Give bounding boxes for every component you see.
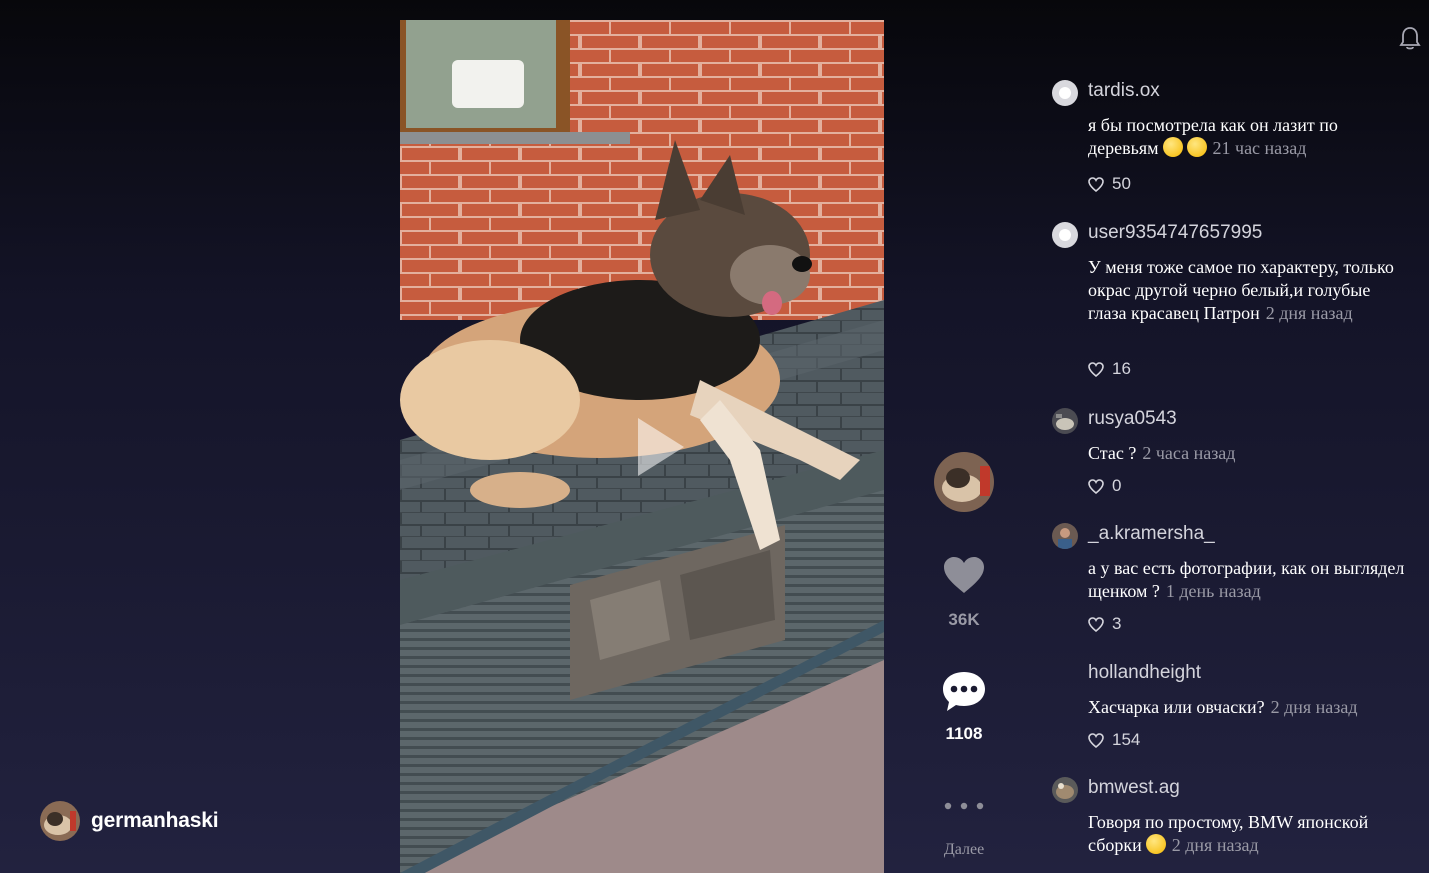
- heart-outline-icon: [1088, 616, 1104, 632]
- heart-outline-icon: [1088, 361, 1104, 377]
- comment-username[interactable]: tardis.ox: [1088, 80, 1160, 102]
- comment-text: я бы посмотрела как он лазит по деревьям…: [1088, 115, 1338, 158]
- comment-time: 21 час назад: [1212, 138, 1307, 158]
- video-player[interactable]: [400, 20, 884, 873]
- comment-like-count: 3: [1112, 614, 1122, 633]
- author-avatar[interactable]: [40, 801, 80, 841]
- comment-like-count: 50: [1112, 174, 1131, 193]
- play-icon[interactable]: [638, 418, 684, 476]
- comment-text: У меня тоже самое по характеру, только о…: [1088, 257, 1394, 323]
- more-label[interactable]: Далее: [932, 841, 996, 859]
- creator-avatar: [934, 452, 994, 512]
- more-dots-icon[interactable]: [942, 800, 986, 812]
- comments-panel: tardis.ox я бы посмотрела как он лазит п…: [1052, 0, 1412, 873]
- comment-avatar[interactable]: [1052, 408, 1078, 434]
- comment-like-button[interactable]: 0: [1088, 476, 1121, 496]
- comment-time: 2 дня назад: [1270, 697, 1358, 717]
- flushed-face-emoji: [1162, 137, 1183, 157]
- creator-avatar-button[interactable]: [932, 452, 996, 512]
- comment-like-button[interactable]: 3: [1088, 614, 1121, 634]
- comment-text: Хасчарка или овчаски? 2 дня назад: [1088, 697, 1358, 717]
- comment-username[interactable]: bmwest.ag: [1088, 777, 1180, 799]
- heart-icon[interactable]: [942, 555, 986, 595]
- comment-time: 1 день назад: [1165, 581, 1261, 601]
- heart-outline-icon: [1088, 176, 1104, 192]
- grinning-face-emoji: [1186, 137, 1207, 157]
- comment-like-count: 16: [1112, 359, 1131, 378]
- comment-username[interactable]: _a.kramersha_: [1088, 523, 1215, 545]
- comment-username[interactable]: user9354747657995: [1088, 222, 1262, 244]
- comment-avatar[interactable]: [1052, 523, 1078, 549]
- comment-time: 2 дня назад: [1265, 303, 1353, 323]
- comment-text: Стас ? 2 часа назад: [1088, 443, 1236, 463]
- heart-outline-icon: [1088, 732, 1104, 748]
- comment-username[interactable]: hollandheight: [1088, 662, 1201, 684]
- comment-avatar[interactable]: [1052, 80, 1078, 106]
- author-username[interactable]: germanhaski: [91, 809, 219, 833]
- squinting-face-emoji: [1145, 834, 1166, 854]
- comment-count: 1108: [945, 724, 983, 743]
- comment-bubble-icon[interactable]: [941, 670, 987, 714]
- comment-like-count: 154: [1112, 730, 1141, 749]
- comment-like-button[interactable]: 50: [1088, 174, 1131, 194]
- comment-avatar[interactable]: [1052, 777, 1078, 803]
- comment-avatar[interactable]: [1052, 222, 1078, 248]
- comment-like-count: 0: [1112, 476, 1122, 495]
- comment-time: 2 часа назад: [1142, 443, 1236, 463]
- like-count: 36K: [948, 610, 980, 629]
- comment-text: а у вас есть фотографии, как он выглядел…: [1088, 558, 1405, 601]
- comment-username[interactable]: rusya0543: [1088, 408, 1177, 430]
- heart-outline-icon: [1088, 478, 1104, 494]
- author-info[interactable]: germanhaski: [40, 800, 219, 842]
- comment-like-button[interactable]: 16: [1088, 359, 1131, 379]
- comment-time: 2 дня назад: [1171, 835, 1259, 855]
- comment-like-button[interactable]: 154: [1088, 730, 1140, 750]
- comment-text: Говоря по простому, BMW японской сборки 2…: [1088, 812, 1369, 855]
